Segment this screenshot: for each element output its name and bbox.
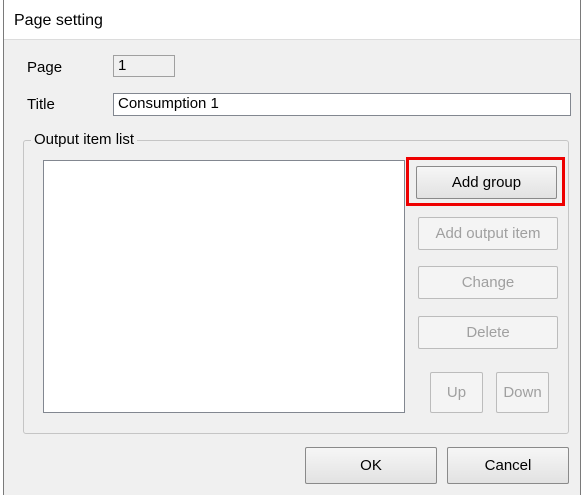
title-label: Title [27, 96, 55, 113]
dialog-title: Page setting [14, 12, 103, 29]
down-button[interactable]: Down [496, 372, 549, 413]
ok-button[interactable]: OK [305, 447, 437, 484]
title-input[interactable]: Consumption 1 [113, 93, 571, 116]
title-bar[interactable]: Page setting [4, 0, 580, 40]
output-item-list-legend: Output item list [31, 131, 138, 148]
page-number-field: 1 [113, 55, 175, 77]
add-output-item-button[interactable]: Add output item [418, 217, 558, 250]
page-label: Page [27, 59, 63, 76]
delete-button[interactable]: Delete [418, 316, 558, 349]
up-button[interactable]: Up [430, 372, 483, 413]
cancel-button[interactable]: Cancel [447, 447, 569, 484]
output-item-listbox[interactable] [43, 160, 405, 413]
add-group-button[interactable]: Add group [416, 166, 557, 199]
change-button[interactable]: Change [418, 266, 558, 299]
